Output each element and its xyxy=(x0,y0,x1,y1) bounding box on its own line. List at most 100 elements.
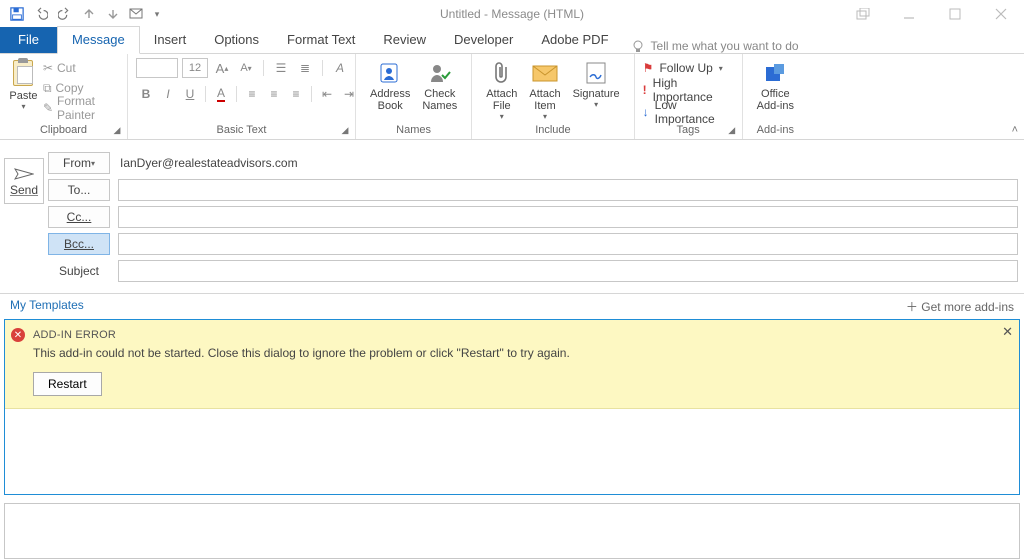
quick-access-toolbar: ▾ xyxy=(0,3,164,25)
group-include: Attach File ▾ Attach Item ▾ Signature ▾ … xyxy=(472,54,634,139)
to-input[interactable] xyxy=(118,179,1018,201)
arrow-up-icon[interactable] xyxy=(78,3,100,25)
bcc-button[interactable]: Bcc... xyxy=(48,233,110,255)
bold-button[interactable]: B xyxy=(136,84,156,104)
dialog-launcher-icon[interactable]: ◢ xyxy=(339,125,351,137)
cc-button[interactable]: Cc... xyxy=(48,206,110,228)
send-button[interactable]: Send xyxy=(4,158,44,204)
addin-error-banner: ✕ ✕ ADD-IN ERROR This add-in could not b… xyxy=(5,320,1019,409)
tab-message[interactable]: Message xyxy=(57,26,140,54)
copy-icon: ⧉ xyxy=(43,81,52,96)
compose-header: Send From ▾ IanDyer@realestateadvisors.c… xyxy=(0,140,1024,293)
get-more-addins-link[interactable]: ＋ Get more add-ins xyxy=(906,298,1014,315)
flag-icon: ⚑ xyxy=(643,61,654,75)
check-names-button[interactable]: Check Names xyxy=(416,58,463,112)
tell-me-search[interactable]: Tell me what you want to do xyxy=(631,39,799,53)
brush-icon: ✎ xyxy=(43,101,53,115)
address-book-button[interactable]: Address Book xyxy=(364,58,416,112)
low-importance-button[interactable]: ↓Low Importance xyxy=(643,102,734,122)
mail-refresh-icon[interactable] xyxy=(126,3,148,25)
group-tags-label: Tags xyxy=(677,124,700,136)
addins-icon xyxy=(757,58,794,88)
group-tags: ⚑Follow Up▾ !High Importance ↓Low Import… xyxy=(635,54,743,139)
error-icon: ✕ xyxy=(11,328,25,342)
redo-icon[interactable] xyxy=(54,3,76,25)
plus-icon: ＋ xyxy=(906,300,918,314)
attach-file-button[interactable]: Attach File ▾ xyxy=(480,58,523,121)
arrow-down-icon[interactable] xyxy=(102,3,124,25)
collapse-ribbon-icon[interactable]: ˄ xyxy=(1012,124,1018,136)
bcc-input[interactable] xyxy=(118,233,1018,255)
dialog-launcher-icon[interactable]: ◢ xyxy=(726,125,738,137)
tab-review[interactable]: Review xyxy=(369,27,440,53)
ribbon-tabs: File Message Insert Options Format Text … xyxy=(0,28,1024,54)
to-button[interactable]: To... xyxy=(48,179,110,201)
close-icon[interactable] xyxy=(978,0,1024,28)
message-body[interactable] xyxy=(4,503,1020,559)
cc-input[interactable] xyxy=(118,206,1018,228)
arrow-down-icon: ↓ xyxy=(643,105,649,119)
chevron-down-icon: ▾ xyxy=(573,100,620,109)
paste-icon xyxy=(9,58,37,88)
group-basictext-label: Basic Text xyxy=(217,124,267,136)
cut-button[interactable]: ✂Cut xyxy=(43,58,119,78)
qat-customize-icon[interactable]: ▾ xyxy=(150,3,164,25)
close-icon[interactable]: ✕ xyxy=(1002,324,1013,340)
envelope-icon xyxy=(529,58,560,88)
exclamation-icon: ! xyxy=(643,83,647,97)
tab-options[interactable]: Options xyxy=(200,27,273,53)
group-names-label: Names xyxy=(364,122,463,139)
tab-format-text[interactable]: Format Text xyxy=(273,27,369,53)
window-title: Untitled - Message (HTML) xyxy=(440,7,584,21)
tab-adobe-pdf[interactable]: Adobe PDF xyxy=(527,27,622,53)
minimize-icon[interactable] xyxy=(886,0,932,28)
tab-file[interactable]: File xyxy=(0,27,57,53)
group-names: Address Book Check Names Names xyxy=(356,54,472,139)
tab-insert[interactable]: Insert xyxy=(140,27,201,53)
font-name-combo[interactable] xyxy=(136,58,178,78)
send-icon xyxy=(7,165,41,183)
decrease-font-icon[interactable]: A▾ xyxy=(236,58,256,78)
clear-formatting-icon[interactable]: A xyxy=(330,58,350,78)
align-left-icon[interactable]: ≡ xyxy=(242,84,262,104)
my-templates-link[interactable]: My Templates xyxy=(10,298,84,315)
from-button[interactable]: From ▾ xyxy=(48,152,110,174)
addins-bar: My Templates ＋ Get more add-ins xyxy=(0,293,1024,319)
increase-font-icon[interactable]: A▴ xyxy=(212,58,232,78)
format-painter-button[interactable]: ✎Format Painter xyxy=(43,98,119,118)
check-names-icon xyxy=(422,58,457,88)
restart-button[interactable]: Restart xyxy=(33,372,102,396)
office-addins-button[interactable]: Office Add-ins xyxy=(751,58,800,112)
restore-window-icon[interactable] xyxy=(840,0,886,28)
undo-icon[interactable] xyxy=(30,3,52,25)
ribbon: Paste ▾ ✂Cut ⧉Copy ✎Format Painter Clipb… xyxy=(0,54,1024,140)
chevron-down-icon: ▾ xyxy=(91,159,95,168)
paste-label: Paste xyxy=(8,90,39,102)
chevron-down-icon: ▾ xyxy=(529,112,560,121)
bulb-icon xyxy=(631,39,645,53)
save-icon[interactable] xyxy=(6,3,28,25)
dialog-launcher-icon[interactable]: ◢ xyxy=(111,125,123,137)
group-basic-text: 12 A▴ A▾ ☰ ≣ A B I U A ≡ ≡ ≡ ⇤ xyxy=(128,54,356,139)
subject-input[interactable] xyxy=(118,260,1018,282)
follow-up-button[interactable]: ⚑Follow Up▾ xyxy=(643,58,723,78)
group-clipboard-label: Clipboard xyxy=(40,124,87,136)
signature-button[interactable]: Signature ▾ xyxy=(567,58,626,109)
group-include-label: Include xyxy=(480,122,625,139)
align-right-icon[interactable]: ≡ xyxy=(286,84,306,104)
maximize-icon[interactable] xyxy=(932,0,978,28)
decrease-indent-icon[interactable]: ⇤ xyxy=(317,84,337,104)
high-importance-button[interactable]: !High Importance xyxy=(643,80,734,100)
font-size-combo[interactable]: 12 xyxy=(182,58,208,78)
paste-button[interactable]: Paste ▾ xyxy=(8,58,39,111)
underline-button[interactable]: U xyxy=(180,84,200,104)
italic-button[interactable]: I xyxy=(158,84,178,104)
attach-item-button[interactable]: Attach Item ▾ xyxy=(523,58,566,121)
numbering-icon[interactable]: ≣ xyxy=(295,58,315,78)
font-color-button[interactable]: A xyxy=(211,84,231,104)
align-center-icon[interactable]: ≡ xyxy=(264,84,284,104)
scissors-icon: ✂ xyxy=(43,61,53,75)
tab-developer[interactable]: Developer xyxy=(440,27,527,53)
bullets-icon[interactable]: ☰ xyxy=(271,58,291,78)
tell-me-label: Tell me what you want to do xyxy=(651,39,799,53)
